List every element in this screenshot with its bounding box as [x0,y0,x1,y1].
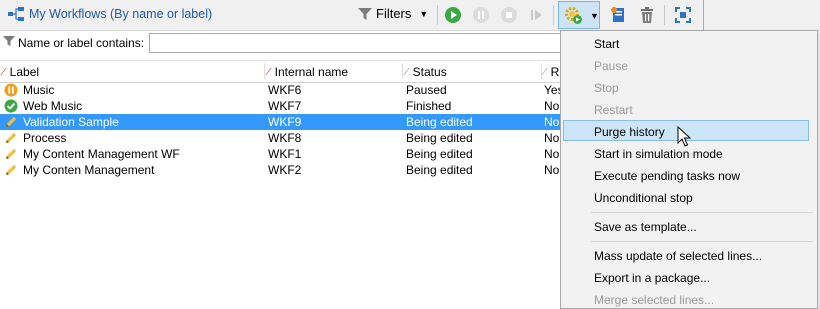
column-status-header[interactable]: ⁄ Status [406,65,447,79]
grid-header: ⁄ Label ⁄ Internal name ⁄ Status ⁄ R [0,60,560,83]
menu-separator [591,212,813,213]
sort-indicator-icon: ⁄ [544,66,546,78]
toolbar-edge [703,0,704,30]
row-status: Being edited [406,131,473,145]
row-extra: No [544,131,560,145]
gear-play-icon [565,7,582,24]
sort-indicator-icon: ⁄ [268,66,270,78]
table-row[interactable]: Music WKF6 Paused Yes [0,82,564,98]
row-extra: No [544,99,560,113]
toolbar-divider [664,5,665,25]
row-status: Finished [406,99,452,113]
funnel-icon [3,36,15,46]
menu-item-start-simulation[interactable]: Start in simulation mode [594,147,723,161]
menu-item-execute-pending[interactable]: Execute pending tasks now [594,169,740,183]
toolbar-divider [437,5,438,25]
mouse-cursor-icon [677,126,691,147]
pencil-icon [6,164,17,175]
menu-item-unconditional-stop[interactable]: Unconditional stop [594,191,693,205]
row-status: Being edited [406,163,473,177]
row-label: Web Music [23,99,83,113]
menu-item-mass-update[interactable]: Mass update of selected lines... [594,249,762,263]
row-internal-name: WKF6 [268,83,302,97]
row-status: Paused [406,83,447,97]
sort-indicator-icon: ⁄ [3,66,5,78]
filter-label: Name or label contains: [18,36,145,50]
row-extra: No [544,163,560,177]
toolbar-divider [553,5,554,25]
row-internal-name: WKF8 [268,131,302,145]
menu-item-pause: Pause [594,59,629,73]
toolbar: My Workflows (By name or label) Filters … [0,0,820,31]
row-extra: No [544,115,560,129]
column-extra-header[interactable]: ⁄ R [544,65,559,79]
menu-item-purge-history[interactable]: Purge history [594,125,665,139]
menu-separator [591,241,813,242]
row-label: Process [23,131,67,145]
fullscreen-icon[interactable] [674,6,692,24]
chevron-down-icon: ▼ [419,8,429,19]
row-internal-name: WKF1 [268,147,302,161]
table-row[interactable]: Process WKF8 Being edited No [0,130,560,146]
row-internal-name: WKF2 [268,163,302,177]
funnel-icon [358,7,372,20]
column-internal-name-header[interactable]: ⁄ Internal name [268,65,348,79]
row-label: Music [23,83,55,97]
workflows-title-text: My Workflows (By name or label) [29,7,213,21]
row-internal-name: WKF9 [268,115,302,129]
name-or-label-input[interactable] [149,33,589,53]
row-status: Being edited [406,115,473,129]
pencil-icon [6,148,17,159]
table-row[interactable]: My Content Management WF WKF1 Being edit… [0,146,560,162]
table-row[interactable]: Web Music WKF7 Finished No [0,98,560,114]
new-workflow-icon[interactable] [610,6,628,24]
row-label: Validation Sample [23,115,119,129]
pencil-icon [6,116,17,127]
column-separator[interactable] [402,63,403,79]
pencil-icon [6,132,17,143]
menu-item-merge-lines: Merge selected lines... [594,293,715,307]
menu-item-start[interactable]: Start [594,37,619,51]
stop-icon[interactable] [500,6,518,24]
column-separator[interactable] [264,63,265,79]
row-label: My Conten Management [23,163,155,177]
menu-item-stop: Stop [594,81,619,95]
workflows-title[interactable]: My Workflows (By name or label) [8,7,212,21]
column-separator[interactable] [541,63,542,79]
row-extra: No [544,147,560,161]
filters-label: Filters [376,6,412,21]
step-forward-icon[interactable] [528,6,546,24]
menu-item-save-template[interactable]: Save as template... [594,220,697,234]
workflow-grid: ⁄ Label ⁄ Internal name ⁄ Status ⁄ R Mus… [0,60,564,309]
start-icon[interactable] [444,6,462,24]
paused-icon [4,83,18,97]
pause-icon[interactable] [472,6,490,24]
actions-menu-button[interactable]: ▼ [558,1,600,29]
row-label: My Content Management WF [23,147,180,161]
menu-item-export-package[interactable]: Export in a package... [594,271,710,285]
chevron-down-icon: ▼ [590,11,599,21]
sort-indicator-icon: ⁄ [406,66,408,78]
table-row[interactable]: My Conten Management WKF2 Being edited N… [0,162,560,178]
row-internal-name: WKF7 [268,99,302,113]
row-status: Being edited [406,147,473,161]
delete-icon[interactable] [638,6,656,24]
column-label-header[interactable]: ⁄ Label [3,65,39,79]
filters-button[interactable]: Filters ▼ [358,6,428,21]
workflow-actions-menu: Start Pause Stop Restart Purge history S… [560,30,818,309]
finished-icon [4,99,18,113]
table-row-selected[interactable]: Validation Sample WKF9 Being edited No [0,114,560,130]
workflow-tree-icon [8,7,24,21]
menu-item-restart: Restart [594,103,633,117]
